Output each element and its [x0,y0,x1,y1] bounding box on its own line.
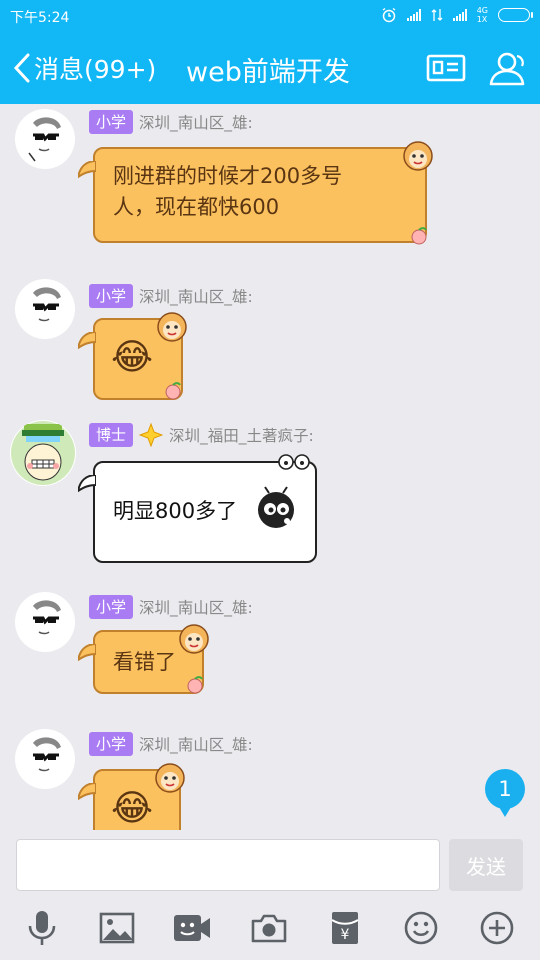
alarm-icon [382,7,396,23]
network-type: 4G [476,6,488,15]
monkey-sticker-icon [157,312,187,342]
avatar[interactable] [15,279,75,339]
avatar-sketch-icon [16,110,74,168]
back-label: 消息(99+) [34,55,157,84]
message-text-line: 人，现在都快600 [113,195,280,219]
message-input[interactable] [16,839,440,891]
avatar-sketch-icon [16,280,74,338]
monkey-sticker-icon [155,763,185,793]
chat-toolbar: ¥ [0,896,540,960]
bubble-tail-icon [78,475,96,493]
emoji-laugh-icon: 😂 [111,337,154,378]
avatar[interactable] [15,729,75,789]
message-text-line: 刚进群的时候才200多号 [113,164,343,188]
bubble-tail-icon [78,783,96,801]
monkey-sticker-icon [179,624,209,654]
avatar[interactable] [15,592,75,652]
emoji-icon[interactable] [401,910,441,946]
emoji-laugh-icon: 😂 [111,788,154,829]
rank-badge: 小学 [89,284,134,308]
svg-text:¥: ¥ [341,927,350,943]
avatar[interactable] [15,109,75,169]
message-bubble[interactable]: 明显800多了 [78,454,317,563]
message-text: 明显800多了 [113,499,238,523]
plus-icon[interactable] [477,910,517,946]
bug-sticker-icon [258,486,294,528]
eyes-sticker-icon [278,454,310,470]
chat-header: 消息(99+) web前端开发 [0,34,540,104]
avatar-cartoon-icon [11,421,75,485]
peach-icon [187,676,203,694]
sender-meta: 小学 深圳_南山区_雄: [89,284,253,308]
avatar[interactable] [10,420,76,486]
sender-name[interactable]: 深圳_南山区_雄: [139,285,253,307]
chat-title: web前端开发 [186,57,350,88]
avatar-sketch-icon [16,593,74,651]
signal-icon [406,9,421,21]
status-bar: 下午5:24 4G 1X [0,0,540,34]
message-text: 看错了 [113,650,176,674]
battery-icon [498,8,533,22]
new-message-badge[interactable]: 1 [485,769,525,817]
rank-badge: 小学 [89,595,134,619]
rank-badge: 博士 [89,423,134,447]
profile-card-icon[interactable] [426,50,466,86]
red-packet-icon[interactable]: ¥ [325,910,365,946]
input-bar: 发送 [0,830,540,896]
sender-meta: 博士 深圳_福田_土著疯子: [89,423,314,447]
star-sparkle-icon [139,423,164,447]
monkey-sticker-icon [403,141,433,171]
chevron-left-icon [13,53,30,83]
status-time: 下午5:24 [10,10,70,26]
camera-icon[interactable] [249,910,289,946]
message-item: 小学 深圳_南山区_雄: 看错了 [0,592,540,712]
message-item: 小学 深圳_南山区_雄: 😂 [0,279,540,400]
sender-meta: 小学 深圳_南山区_雄: [89,595,253,619]
rank-badge: 小学 [89,732,134,756]
sender-name[interactable]: 深圳_福田_土著疯子: [169,424,314,446]
network-sub: 1X [476,15,488,24]
bubble-tail-icon [78,161,96,179]
message-bubble[interactable]: 看错了 [78,624,209,694]
peach-icon [411,227,427,245]
bubble-tail-icon [78,332,96,350]
message-bubble[interactable]: 😂 [78,312,187,400]
message-item: 小学 深圳_南山区_雄: 😂 [0,729,540,830]
bubble-tail-icon [78,644,96,662]
avatar-sketch-icon [16,730,74,788]
microphone-icon[interactable] [22,910,62,946]
rank-badge: 小学 [89,110,134,134]
sender-name[interactable]: 深圳_南山区_雄: [139,733,253,755]
sender-meta: 小学 深圳_南山区_雄: [89,110,253,134]
message-item: 博士 深圳_福田_土著疯子: 明显800多了 [0,414,540,564]
status-icons: 4G 1X [381,6,533,24]
message-list[interactable]: 小学 深圳_南山区_雄: 刚进群的时候才200多号 人，现在都快600 小学 深… [0,104,540,830]
signal-icon-2 [452,9,467,21]
sender-name[interactable]: 深圳_南山区_雄: [139,111,253,133]
peach-icon [165,382,181,400]
message-bubble[interactable]: 😂 [78,763,185,830]
image-icon[interactable] [97,910,137,946]
send-button[interactable]: 发送 [449,839,523,891]
sender-name[interactable]: 深圳_南山区_雄: [139,596,253,618]
group-members-icon[interactable] [485,50,529,88]
video-icon[interactable] [172,910,212,946]
sender-meta: 小学 深圳_南山区_雄: [89,732,253,756]
back-button[interactable]: 消息(99+) [12,50,156,86]
message-bubble[interactable]: 刚进群的时候才200多号 人，现在都快600 [78,141,433,245]
message-item: 小学 深圳_南山区_雄: 刚进群的时候才200多号 人，现在都快600 [0,104,540,264]
data-arrows-icon [431,9,443,21]
